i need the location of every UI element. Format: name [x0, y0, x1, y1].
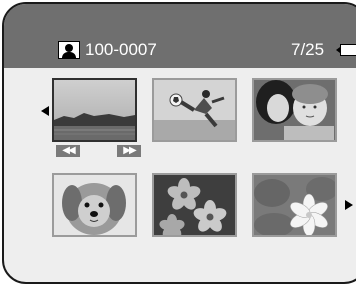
- fast-forward-button[interactable]: ▶▶: [117, 145, 141, 157]
- thumbnail-3[interactable]: [252, 78, 337, 142]
- fast-forward-icon: ▶▶: [123, 145, 136, 156]
- thumbnail-4[interactable]: [52, 173, 137, 237]
- person-icon: [58, 41, 80, 59]
- folder-file-number: 100-0007: [85, 40, 157, 59]
- thumbnail-6[interactable]: [252, 173, 337, 237]
- thumbnail-2[interactable]: [152, 78, 237, 142]
- arrow-right-icon[interactable]: [345, 200, 353, 210]
- thumbnail-5[interactable]: [152, 173, 237, 237]
- dog-portrait-image: [54, 175, 135, 235]
- white-lily-image: [254, 175, 335, 235]
- battery-icon: [336, 44, 356, 56]
- title-bar: 100-0007 7/25: [4, 4, 356, 68]
- arrow-left-icon[interactable]: [41, 106, 49, 116]
- woman-with-baby-image: [254, 80, 335, 140]
- pink-flowers-image: [154, 175, 235, 235]
- lake-landscape-image: [54, 80, 135, 140]
- rewind-button[interactable]: ◀◀: [56, 145, 80, 157]
- rewind-icon: ◀◀: [62, 145, 75, 156]
- camera-display: 100-0007 7/25 ◀◀ ▶▶: [2, 2, 356, 284]
- image-count: 7/25: [291, 40, 325, 59]
- soccer-kick-image: [154, 80, 235, 140]
- thumbnail-1[interactable]: [52, 78, 137, 142]
